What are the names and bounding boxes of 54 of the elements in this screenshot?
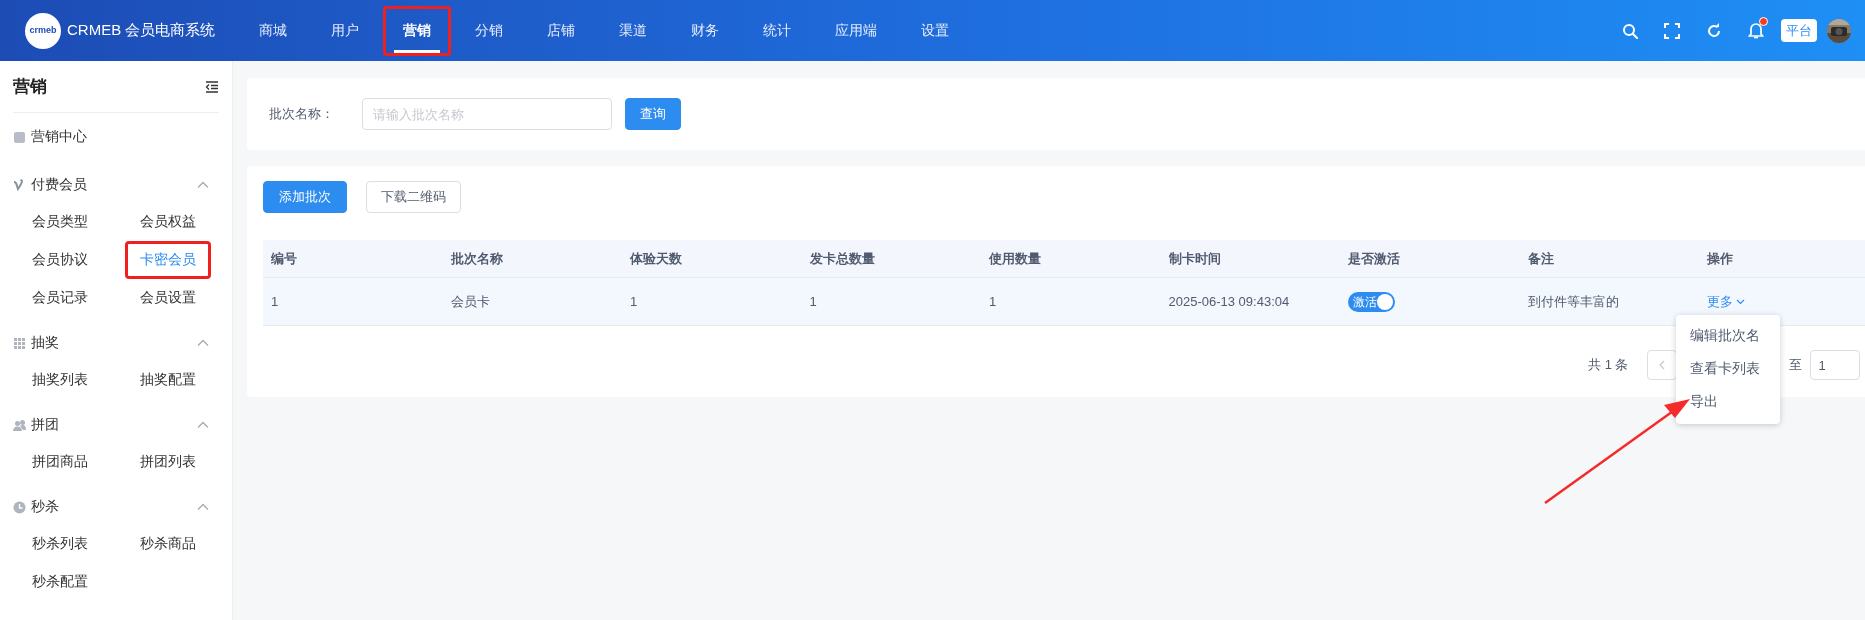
table-cell: 1 (801, 278, 981, 326)
nav-tab[interactable]: 店铺 (527, 5, 596, 56)
column-header: 编号 (263, 240, 443, 278)
table-cell: 2025-06-13 09:43:04 (1160, 278, 1340, 326)
square-icon (13, 130, 26, 144)
submenu-item[interactable]: 会员设置 (137, 279, 232, 317)
bell-icon (1748, 22, 1764, 39)
column-header: 发卡总数量 (801, 240, 981, 278)
nav-tab[interactable]: 统计 (743, 5, 812, 56)
nav-tab[interactable]: 用户 (311, 5, 380, 56)
refresh-icon (1706, 22, 1722, 39)
nav-tab[interactable]: 财务 (671, 5, 740, 56)
table-cell: 1 (981, 278, 1161, 326)
jump-label: 至 (1788, 356, 1802, 375)
column-header: 备注 (1519, 240, 1699, 278)
sidebar-title: 营销 (13, 75, 47, 98)
table-cell: 到付件等丰富的 (1519, 278, 1699, 326)
chevron-left-icon (1658, 360, 1665, 370)
menu-item[interactable]: 查看卡列表 (1676, 353, 1780, 386)
field-label: 批次名称： (269, 105, 334, 124)
chevron-down-icon (1736, 298, 1745, 305)
menu-collapse-icon[interactable] (205, 80, 219, 93)
menu-item[interactable]: 导出 (1676, 386, 1780, 419)
fullscreen-icon (1664, 22, 1680, 39)
users-icon (13, 418, 26, 432)
nav-tab[interactable]: 分销 (455, 5, 524, 56)
nav-tab[interactable]: 设置 (901, 5, 970, 56)
submenu-item[interactable]: 会员记录 (29, 279, 137, 317)
clock-icon (13, 500, 26, 514)
nav-tab[interactable]: 渠道 (599, 5, 668, 56)
menu-item[interactable]: 营销中心 (13, 113, 219, 161)
grid-icon (13, 336, 26, 350)
submenu-item[interactable]: 卡密会员 (125, 241, 211, 279)
app-title: CRMEB 会员电商系统 (67, 20, 216, 41)
total-count: 共 1 条 (1588, 356, 1629, 375)
column-header: 制卡时间 (1160, 240, 1340, 278)
nav-tab[interactable]: 营销 (383, 5, 452, 56)
table-cell: 1 (263, 278, 443, 326)
logo: crmeb (25, 12, 61, 49)
nav-tab[interactable]: 应用端 (815, 5, 898, 56)
column-header: 批次名称 (442, 240, 622, 278)
column-header: 操作 (1699, 240, 1865, 278)
page-input[interactable]: 1 (1809, 350, 1860, 380)
nav-tab[interactable]: 商城 (239, 5, 308, 56)
column-header: 使用数量 (981, 240, 1161, 278)
table-cell: 会员卡 (442, 278, 622, 326)
search-icon (1622, 22, 1638, 39)
download-button[interactable]: 下载二维码 (366, 181, 461, 213)
v-logo-icon (13, 178, 26, 192)
submenu-item[interactable]: 秒杀配置 (29, 563, 137, 601)
table-cell: 1 (622, 278, 802, 326)
column-header: 体验天数 (622, 240, 802, 278)
platform-badge[interactable]: 平台 (1781, 18, 1817, 43)
column-header: 是否激活 (1340, 240, 1520, 278)
